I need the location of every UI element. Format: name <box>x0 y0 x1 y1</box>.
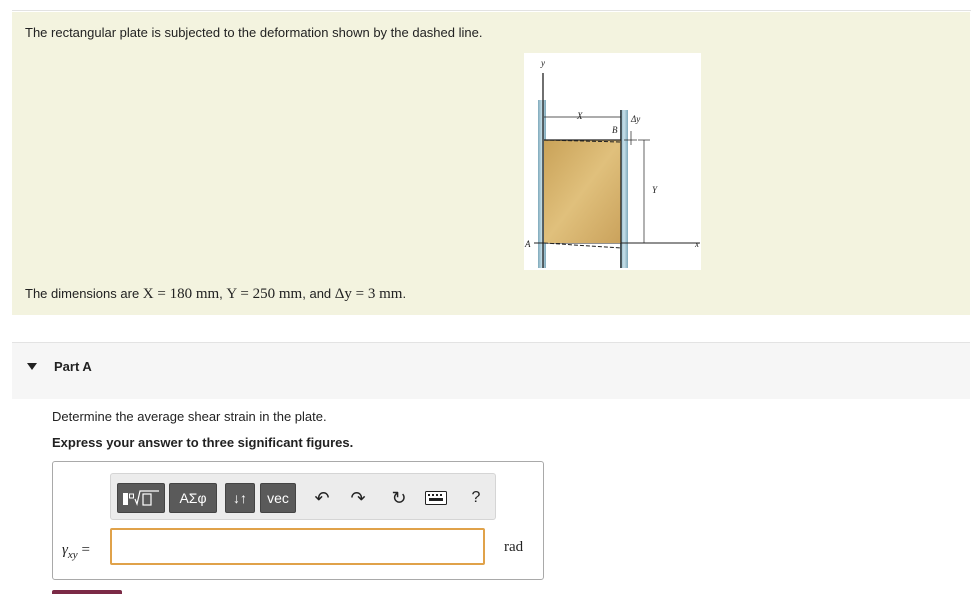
y-dimension-label: Y <box>652 185 658 195</box>
greek-symbols-button[interactable]: ΑΣφ <box>169 483 217 513</box>
gamma-subscript: xy <box>67 549 78 561</box>
delta-y-label: Δy <box>630 114 640 124</box>
plate <box>544 140 621 243</box>
dims-dy-value: Δy = 3 mm <box>334 286 403 302</box>
y-axis-label: y <box>540 58 545 68</box>
deformed-edge <box>543 242 622 249</box>
point-a-label: A <box>524 239 531 249</box>
redo-icon[interactable]: ↷ <box>345 485 371 511</box>
dims-end: . <box>402 286 407 301</box>
answer-variable-label: γxy = <box>62 542 90 561</box>
undo-icon[interactable]: ↶ <box>309 485 335 511</box>
instruction-text: Express your answer to three significant… <box>52 435 354 450</box>
unit-label: rad <box>504 539 524 555</box>
keyboard-button[interactable] <box>423 485 449 511</box>
point-b-label: B <box>612 125 618 135</box>
templates-button[interactable] <box>117 483 165 513</box>
problem-intro: The rectangular plate is subjected to th… <box>25 25 483 40</box>
help-icon[interactable]: ? <box>463 485 489 511</box>
dims-prefix: The dimensions are <box>25 286 143 301</box>
part-a-header[interactable]: Part A <box>12 342 970 399</box>
math-toolbar: ΑΣφ ↓↑ vec ↶ ↷ ↻ ? <box>110 473 496 520</box>
question-text: Determine the average shear strain in th… <box>52 409 327 424</box>
keyboard-icon <box>425 491 447 505</box>
collapse-caret-icon[interactable] <box>27 363 37 370</box>
plate-diagram: y X Δy B Y A x <box>524 58 700 268</box>
deformation-figure: y X Δy B Y A x <box>524 53 701 270</box>
x-axis-label: x <box>694 239 699 249</box>
arrows-button[interactable]: ↓↑ <box>225 483 255 513</box>
top-divider <box>12 10 971 11</box>
submit-button[interactable] <box>52 590 122 594</box>
reset-icon[interactable]: ↻ <box>386 485 412 511</box>
vector-button[interactable]: vec <box>260 483 296 513</box>
problem-statement: The rectangular plate is subjected to th… <box>12 12 970 315</box>
template-icon <box>123 490 159 507</box>
dims-y-value: Y = 250 mm <box>226 286 303 302</box>
dimensions-statement: The dimensions are X = 180 mm, Y = 250 m… <box>25 286 406 303</box>
dims-sep-2: , and <box>302 286 335 301</box>
part-a-label: Part A <box>54 359 92 374</box>
answer-panel: ΑΣφ ↓↑ vec ↶ ↷ ↻ ? γxy = rad <box>52 461 544 580</box>
x-dimension-label: X <box>576 111 583 121</box>
equals-sign: = <box>77 542 90 558</box>
dims-x-value: X = 180 mm <box>142 286 220 302</box>
answer-input[interactable] <box>110 528 485 565</box>
